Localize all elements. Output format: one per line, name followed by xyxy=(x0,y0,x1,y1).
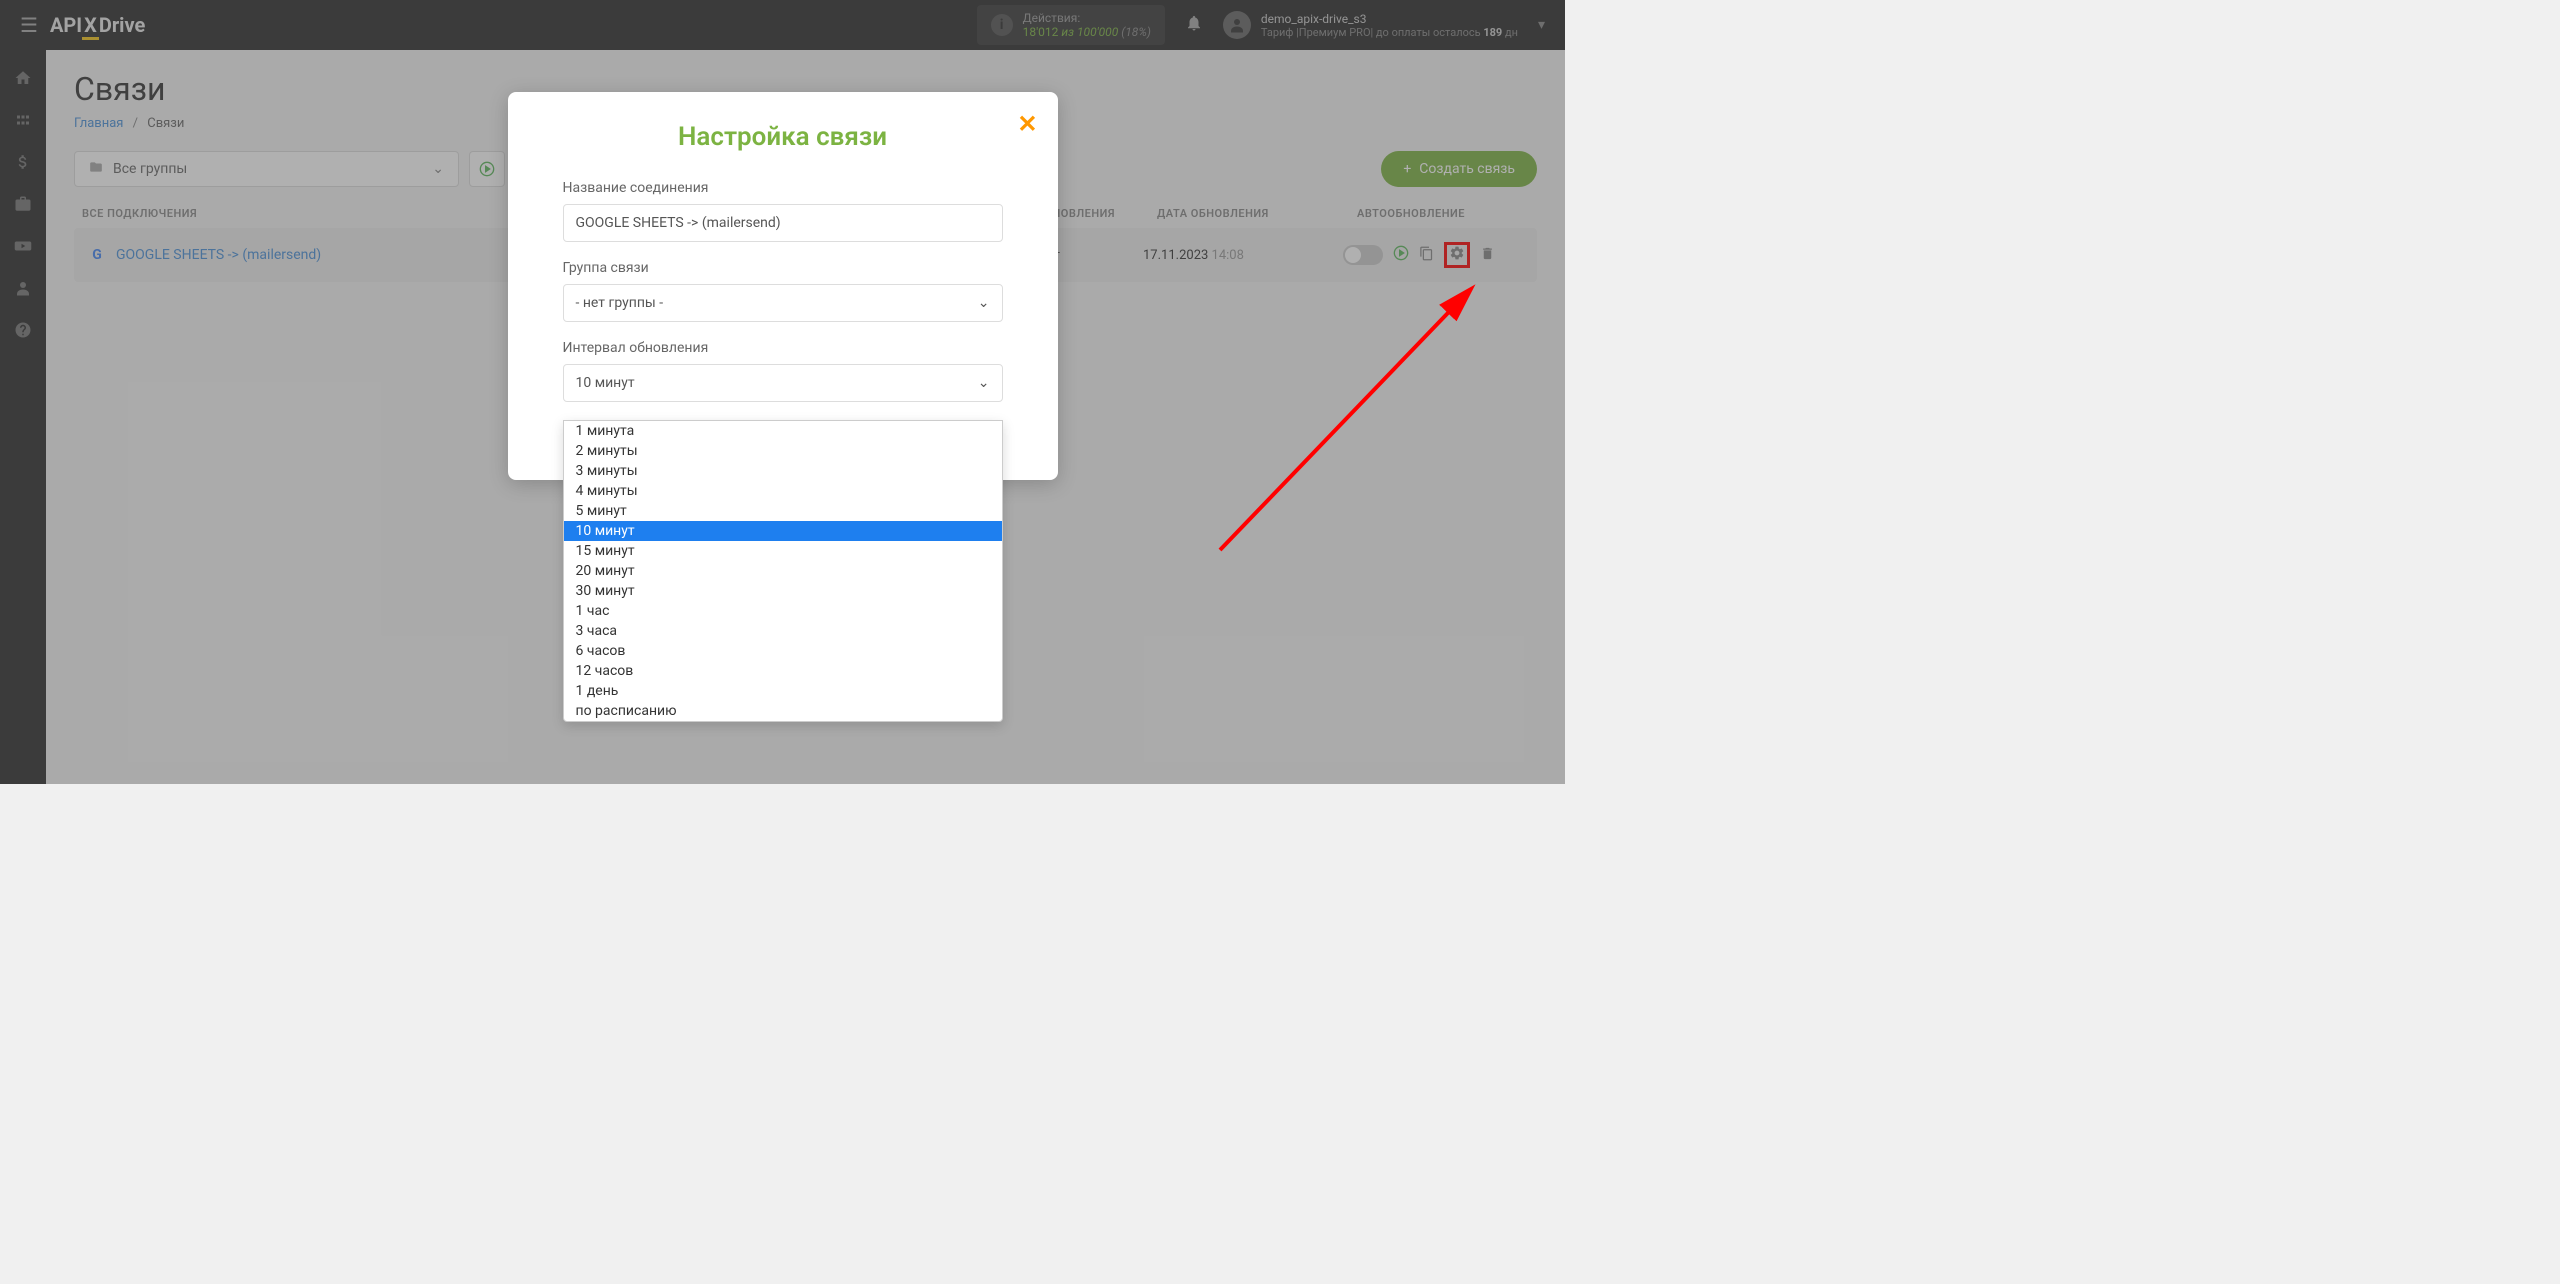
interval-option[interactable]: 2 минуты xyxy=(564,441,1002,461)
interval-option[interactable]: 12 часов xyxy=(564,661,1002,681)
interval-option[interactable]: по расписанию xyxy=(564,701,1002,721)
group-select[interactable]: - нет группы - ⌄ xyxy=(563,284,1003,322)
interval-option[interactable]: 3 минуты xyxy=(564,461,1002,481)
interval-option[interactable]: 6 часов xyxy=(564,641,1002,661)
interval-option[interactable]: 1 день xyxy=(564,681,1002,701)
interval-option[interactable]: 1 час xyxy=(564,601,1002,621)
settings-modal: ✕ Настройка связи Название соединения Гр… xyxy=(508,92,1058,480)
interval-option[interactable]: 4 минуты xyxy=(564,481,1002,501)
interval-option[interactable]: 10 минут xyxy=(564,521,1002,541)
interval-select[interactable]: 10 минут ⌄ xyxy=(563,364,1003,402)
modal-title: Настройка связи xyxy=(563,122,1003,152)
name-label: Название соединения xyxy=(563,180,1003,196)
chevron-down-icon: ⌄ xyxy=(978,375,990,391)
chevron-down-icon: ⌄ xyxy=(978,295,990,311)
interval-option[interactable]: 20 минут xyxy=(564,561,1002,581)
interval-label: Интервал обновления xyxy=(563,340,1003,356)
group-label: Группа связи xyxy=(563,260,1003,276)
interval-option[interactable]: 15 минут xyxy=(564,541,1002,561)
close-icon[interactable]: ✕ xyxy=(1017,110,1037,138)
connection-name-input[interactable] xyxy=(563,204,1003,242)
interval-dropdown: 1 минута2 минуты3 минуты4 минуты5 минут1… xyxy=(563,420,1003,722)
interval-option[interactable]: 30 минут xyxy=(564,581,1002,601)
interval-option[interactable]: 3 часа xyxy=(564,621,1002,641)
interval-option[interactable]: 1 минута xyxy=(564,421,1002,441)
interval-option[interactable]: 5 минут xyxy=(564,501,1002,521)
modal-overlay[interactable]: ✕ Настройка связи Название соединения Гр… xyxy=(0,0,1565,784)
